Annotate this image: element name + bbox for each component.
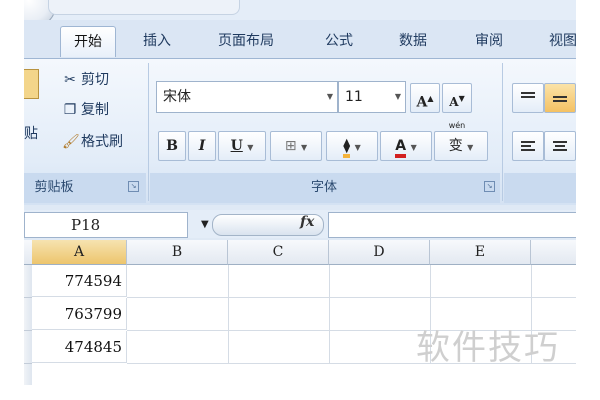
formula-input[interactable] xyxy=(328,212,576,238)
cell-a3[interactable]: 474845 xyxy=(32,331,127,363)
tab-home[interactable]: 开始 xyxy=(60,26,116,57)
font-name-dropdown[interactable]: 宋体 ▼ xyxy=(156,81,338,113)
align-middle-icon xyxy=(553,96,567,98)
fill-color-button[interactable]: ⧫ ▼ xyxy=(326,131,378,161)
column-header-e[interactable]: E xyxy=(430,240,531,265)
tab-page-layout[interactable]: 页面布局 xyxy=(210,26,282,56)
column-header-c[interactable]: C xyxy=(228,240,329,265)
brush-icon: 🖌 xyxy=(62,134,80,150)
align-left-icon xyxy=(521,141,535,143)
align-middle-button[interactable] xyxy=(544,83,576,113)
cell-c2[interactable] xyxy=(228,298,330,331)
row-header[interactable] xyxy=(24,298,32,331)
ribbon-tabs: 开始 插入 页面布局 公式 数据 审阅 视图 xyxy=(24,20,576,58)
paste-icon xyxy=(24,69,39,99)
paste-label: 贴 xyxy=(24,126,38,142)
phonetic-button[interactable]: wén 变 ▼ xyxy=(434,121,488,161)
chevron-down-icon: ▼ xyxy=(467,143,474,152)
align-center-icon xyxy=(553,141,567,143)
copy-icon: ❐ xyxy=(63,102,77,118)
format-painter-label: 格式刷 xyxy=(81,134,123,150)
column-header-d[interactable]: D xyxy=(329,240,430,265)
cell-c3[interactable] xyxy=(228,331,330,364)
paste-button[interactable]: 贴 xyxy=(24,61,44,161)
row-header[interactable] xyxy=(24,364,32,385)
font-color-icon: A xyxy=(395,138,407,158)
cut-button[interactable]: ✂ 剪切 xyxy=(62,69,109,91)
cell-e1[interactable] xyxy=(430,265,532,298)
cell-a1[interactable]: 774594 xyxy=(32,265,127,297)
tab-insert[interactable]: 插入 xyxy=(132,26,182,56)
borders-button[interactable]: ⊞ ▼ xyxy=(270,131,322,161)
phonetic-icon: wén 变 xyxy=(448,121,466,155)
cell-b2[interactable] xyxy=(127,298,229,331)
cut-label: 剪切 xyxy=(81,72,109,88)
cell-a2[interactable]: 763799 xyxy=(32,298,127,330)
format-painter-button[interactable]: 🖌格式刷 xyxy=(62,131,123,153)
align-center-button[interactable] xyxy=(544,131,576,161)
formula-bar: P18 ▼ fx xyxy=(24,210,576,238)
font-color-button[interactable]: A ▼ xyxy=(380,131,432,161)
cell-b3[interactable] xyxy=(127,331,229,364)
chevron-down-icon: ▼ xyxy=(410,143,417,152)
clipboard-dialog-launcher-icon[interactable]: ↘ xyxy=(128,181,139,192)
font-group-label: 字体 xyxy=(310,180,337,195)
insert-function-icon[interactable]: fx xyxy=(300,214,314,230)
italic-button[interactable]: I xyxy=(188,131,216,161)
font-size-value: 11 xyxy=(345,89,363,105)
chevron-down-icon: ▼ xyxy=(326,92,333,101)
alignment-group-footer xyxy=(504,173,576,203)
cell-d1[interactable] xyxy=(329,265,431,298)
row-header[interactable] xyxy=(24,331,32,364)
name-box-value: P18 xyxy=(71,216,101,234)
group-separator xyxy=(502,63,503,201)
name-box[interactable]: P18 ▼ xyxy=(24,212,209,238)
font-name-value: 宋体 xyxy=(163,89,191,105)
copy-button[interactable]: ❐ 复制 xyxy=(62,99,109,121)
group-separator xyxy=(148,63,149,201)
scissors-icon: ✂ xyxy=(64,72,76,88)
paint-bucket-icon: ⧫ xyxy=(343,138,351,158)
chevron-down-icon[interactable]: ▼ xyxy=(201,213,209,237)
clipboard-group-label: 剪贴板 xyxy=(34,180,74,195)
underline-button[interactable]: U ▼ xyxy=(218,131,266,161)
shrink-font-icon: A xyxy=(449,95,459,109)
cell-b1[interactable] xyxy=(127,265,229,298)
chevron-down-icon: ▼ xyxy=(301,143,308,152)
copy-label: 复制 xyxy=(81,102,109,118)
font-size-dropdown[interactable]: 11 ▼ xyxy=(338,81,406,113)
column-header-b[interactable]: B xyxy=(127,240,228,265)
align-left-button[interactable] xyxy=(512,131,544,161)
row-header[interactable] xyxy=(24,265,32,298)
font-dialog-launcher-icon[interactable]: ↘ xyxy=(484,181,495,192)
tab-review[interactable]: 审阅 xyxy=(464,26,514,56)
cell-f1[interactable] xyxy=(531,265,576,298)
ribbon-home: 贴 ✂剪切 ❐复制 🖌格式刷 剪贴板 ↘ 宋体 ▼ 11 ▼ A▲ A▼ B xyxy=(24,58,576,205)
borders-icon: ⊞ xyxy=(284,138,297,154)
tab-view[interactable]: 视图 xyxy=(538,26,576,56)
align-top-icon xyxy=(521,92,535,94)
underline-icon: U xyxy=(230,138,243,154)
cell-c1[interactable] xyxy=(228,265,330,298)
tab-formulas[interactable]: 公式 xyxy=(314,26,364,56)
shrink-font-button[interactable]: A▼ xyxy=(442,83,472,113)
chevron-down-icon: ▼ xyxy=(354,143,361,152)
quick-access-toolbar[interactable] xyxy=(48,0,240,15)
tab-data[interactable]: 数据 xyxy=(388,26,438,56)
grow-font-icon: A xyxy=(416,94,428,111)
chevron-down-icon: ▼ xyxy=(394,92,401,101)
align-top-button[interactable] xyxy=(512,83,544,113)
column-header-a[interactable]: A xyxy=(32,240,127,265)
title-strip xyxy=(24,0,576,28)
chevron-down-icon: ▼ xyxy=(247,143,254,152)
column-header-f[interactable] xyxy=(531,240,576,265)
watermark: 软件技巧 xyxy=(416,328,560,368)
grow-font-button[interactable]: A▲ xyxy=(410,83,440,113)
bold-button[interactable]: B xyxy=(158,131,186,161)
